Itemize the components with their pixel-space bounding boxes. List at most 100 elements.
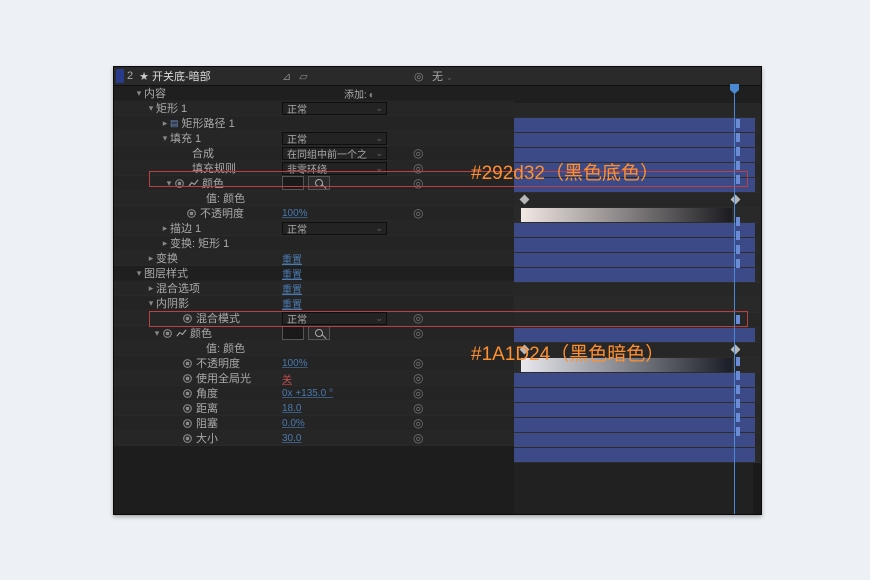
timeline-row[interactable] (514, 388, 761, 403)
stopwatch-icon[interactable] (186, 208, 197, 218)
expression-pickwhip-icon[interactable]: ◎ (413, 371, 423, 385)
timeline-row[interactable] (514, 103, 761, 118)
expression-pickwhip-icon[interactable]: ◎ (413, 431, 423, 445)
twirl-icon[interactable] (134, 268, 144, 279)
parent-dropdown[interactable]: 无⌄ (432, 68, 453, 84)
marker-icon[interactable] (736, 231, 740, 240)
dropdown[interactable]: 在同组中前一个之 (282, 147, 387, 160)
timeline-row[interactable] (514, 223, 761, 238)
property-row[interactable]: 矩形 1正常 (114, 101, 514, 116)
property-row[interactable]: 阻塞0.0%◎ (114, 416, 514, 431)
twirl-icon[interactable] (160, 118, 170, 129)
keyframe-icon[interactable] (731, 195, 741, 205)
timeline-row[interactable] (514, 193, 761, 208)
property-value[interactable]: 关 (282, 371, 292, 386)
dropdown[interactable]: 正常 (282, 312, 387, 325)
property-row[interactable]: 颜色◎ (114, 326, 514, 341)
timeline-row[interactable] (514, 433, 761, 448)
layer-name[interactable]: 开关底-暗部 (152, 68, 211, 84)
stopwatch-icon[interactable] (182, 388, 193, 398)
property-row[interactable]: 变换: 矩形 1 (114, 236, 514, 251)
marker-icon[interactable] (736, 413, 740, 422)
twirl-icon[interactable] (134, 88, 144, 99)
expression-pickwhip-icon[interactable]: ◎ (413, 356, 423, 370)
layer-bar[interactable] (514, 268, 755, 282)
twirl-icon[interactable] (146, 283, 156, 294)
property-row[interactable]: 值: 颜色 (114, 191, 514, 206)
reset-link[interactable]: 重置 (282, 296, 302, 311)
reset-link[interactable]: 重置 (282, 281, 302, 296)
property-value[interactable]: 0x +135.0 ° (282, 388, 333, 399)
marker-icon[interactable] (736, 133, 740, 142)
stopwatch-icon[interactable] (182, 433, 193, 443)
property-row[interactable]: 值: 颜色 (114, 341, 514, 356)
property-row[interactable]: 不透明度100%◎ (114, 356, 514, 371)
expression-pickwhip-icon[interactable]: ◎ (413, 206, 423, 220)
layer-bar[interactable] (514, 403, 755, 417)
layer-bar[interactable] (514, 448, 755, 462)
stopwatch-icon[interactable] (182, 313, 193, 323)
layer-bar[interactable] (514, 373, 755, 387)
property-row[interactable]: 角度0x +135.0 °◎ (114, 386, 514, 401)
current-time-indicator[interactable] (734, 86, 735, 515)
property-row[interactable]: 不透明度100%◎ (114, 206, 514, 221)
timeline-row[interactable] (514, 373, 761, 388)
layer-bar[interactable] (514, 433, 755, 447)
twirl-icon[interactable] (152, 328, 162, 339)
timeline-row[interactable] (514, 448, 761, 463)
layer-bar[interactable] (514, 238, 755, 252)
keyframe-icon[interactable] (520, 195, 530, 205)
property-row[interactable]: 混合选项重置 (114, 281, 514, 296)
add-menu[interactable]: 添加:◐ (344, 86, 375, 101)
eyedropper-icon[interactable] (308, 326, 330, 340)
property-value[interactable]: 30.0 (282, 433, 301, 444)
timeline-graph[interactable] (514, 86, 761, 515)
dropdown[interactable]: 正常 (282, 102, 387, 115)
parent-pickwhip-icon[interactable]: ◎ (414, 70, 424, 83)
marker-icon[interactable] (736, 245, 740, 254)
twirl-icon[interactable] (160, 133, 170, 144)
property-row[interactable]: 距离18.0◎ (114, 401, 514, 416)
marker-icon[interactable] (736, 147, 740, 156)
timeline-row[interactable] (514, 418, 761, 433)
stopwatch-icon[interactable] (182, 373, 193, 383)
property-row[interactable]: ▤矩形路径 1 (114, 116, 514, 131)
marker-icon[interactable] (736, 427, 740, 436)
color-swatch[interactable] (282, 176, 304, 190)
graph-icon[interactable] (176, 328, 187, 338)
timeline-row[interactable] (514, 118, 761, 133)
twirl-icon[interactable] (146, 253, 156, 264)
expression-pickwhip-icon[interactable]: ◎ (413, 326, 423, 340)
layer-bar[interactable] (514, 118, 755, 132)
layer-header[interactable]: 2 ★ 开关底-暗部 ⊿▱ ◎ 无⌄ (114, 67, 761, 86)
timeline-row[interactable] (514, 283, 761, 298)
header-mode-icons[interactable]: ⊿▱ (282, 70, 308, 83)
layer-bar[interactable] (514, 133, 755, 147)
dropdown[interactable]: 非零环绕 (282, 162, 387, 175)
stopwatch-icon[interactable] (182, 403, 193, 413)
timeline-row[interactable] (514, 208, 761, 223)
marker-icon[interactable] (736, 161, 740, 170)
layer-color-chip[interactable] (116, 69, 124, 83)
timeline-row[interactable] (514, 238, 761, 253)
twirl-icon[interactable] (146, 298, 156, 309)
property-row[interactable]: 混合模式正常◎ (114, 311, 514, 326)
expression-pickwhip-icon[interactable]: ◎ (413, 176, 423, 190)
timeline-row[interactable] (514, 268, 761, 283)
time-ruler[interactable] (514, 86, 761, 103)
marker-icon[interactable] (736, 217, 740, 226)
layer-bar[interactable] (514, 388, 755, 402)
eyedropper-icon[interactable] (308, 176, 330, 190)
marker-icon[interactable] (736, 119, 740, 128)
property-value[interactable]: 18.0 (282, 403, 301, 414)
marker-icon[interactable] (736, 399, 740, 408)
property-value[interactable]: 0.0% (282, 418, 305, 429)
timeline-row[interactable] (514, 298, 761, 313)
expression-pickwhip-icon[interactable]: ◎ (413, 311, 423, 325)
twirl-icon[interactable] (160, 223, 170, 234)
expression-pickwhip-icon[interactable]: ◎ (413, 386, 423, 400)
timeline-row[interactable] (514, 313, 761, 328)
dropdown[interactable]: 正常 (282, 222, 387, 235)
layer-bar[interactable] (514, 253, 755, 267)
twirl-icon[interactable] (160, 238, 170, 249)
